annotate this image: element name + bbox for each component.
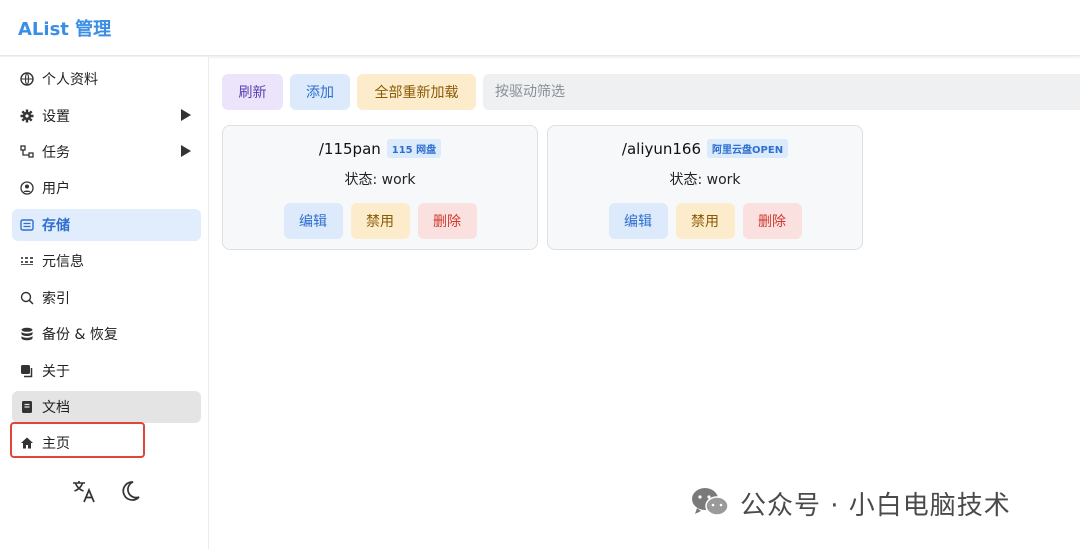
watermark-text: 公众号 · 小白电脑技术 xyxy=(740,491,1011,521)
sidebar-item-label: 任务 xyxy=(42,145,70,161)
storage-icon xyxy=(18,216,36,234)
wechat-icon xyxy=(690,486,730,522)
sidebar-item-index[interactable]: 索引 xyxy=(12,282,201,314)
edit-button[interactable]: 编辑 xyxy=(608,203,668,239)
sidebar-item-tasks[interactable]: 任务 xyxy=(12,136,201,168)
translate-icon[interactable] xyxy=(70,477,98,505)
edit-button[interactable]: 编辑 xyxy=(283,203,343,239)
reload-all-button[interactable]: 全部重新加载 xyxy=(357,74,476,110)
storage-card: /115pan 115 网盘 状态: work 编辑 禁用 删除 xyxy=(222,125,538,250)
mount-path: /aliyun166 xyxy=(621,139,702,158)
storage-card: /aliyun166 阿里云盘OPEN 状态: work 编辑 禁用 删除 xyxy=(547,125,863,250)
sidebar-item-settings[interactable]: 设置 xyxy=(12,100,201,132)
delete-button[interactable]: 删除 xyxy=(742,203,802,239)
globe-icon xyxy=(18,70,36,88)
sidebar-item-about[interactable]: 关于 xyxy=(12,355,201,387)
driver-badge: 阿里云盘OPEN xyxy=(707,139,789,158)
moon-icon[interactable] xyxy=(116,477,144,505)
sidebar-item-profile[interactable]: 个人资料 xyxy=(12,63,201,95)
sidebar-item-label: 个人资料 xyxy=(42,72,98,88)
sidebar-item-label: 文档 xyxy=(42,400,70,416)
expand-arrow-icon[interactable] xyxy=(181,145,191,157)
database-icon xyxy=(18,325,36,343)
driver-badge: 115 网盘 xyxy=(386,139,442,158)
sidebar-item-backup[interactable]: 备份 & 恢复 xyxy=(12,318,201,350)
watermark: 公众号 · 小白电脑技术 xyxy=(690,485,1011,522)
app-title[interactable]: AList 管理 xyxy=(18,15,111,41)
copy-icon xyxy=(18,362,36,380)
card-title-row: /aliyun166 阿里云盘OPEN xyxy=(548,139,862,158)
mount-path: /115pan xyxy=(318,139,381,158)
sidebar-item-docs[interactable]: 文档 xyxy=(12,391,201,423)
home-highlight-box xyxy=(10,422,145,458)
add-button[interactable]: 添加 xyxy=(290,74,350,110)
refresh-button[interactable]: 刷新 xyxy=(222,74,283,110)
meta-icon xyxy=(18,252,36,270)
card-actions: 编辑 禁用 删除 xyxy=(548,203,862,239)
sidebar-item-label: 关于 xyxy=(42,364,70,380)
top-header: AList 管理 xyxy=(0,0,1080,56)
book-icon xyxy=(18,398,36,416)
disable-button[interactable]: 禁用 xyxy=(675,203,735,239)
disable-button[interactable]: 禁用 xyxy=(350,203,410,239)
status-text: 状态: work xyxy=(344,172,416,188)
user-icon xyxy=(18,179,36,197)
status-text: 状态: work xyxy=(669,172,741,188)
expand-arrow-icon[interactable] xyxy=(181,109,191,121)
tasks-icon xyxy=(18,143,36,161)
sidebar-item-label: 存储 xyxy=(42,218,70,234)
sidebar-item-label: 用户 xyxy=(42,181,70,197)
card-actions: 编辑 禁用 删除 xyxy=(223,203,537,239)
search-icon xyxy=(18,289,36,307)
sidebar-item-label: 元信息 xyxy=(42,254,84,270)
sidebar-item-label: 设置 xyxy=(42,109,70,125)
sidebar: 个人资料 设置 任务 用户 存储 元信息 索引 备份 & 恢复 关于 文档 主页 xyxy=(0,57,209,549)
sidebar-item-label: 索引 xyxy=(42,291,70,307)
gear-icon xyxy=(18,107,36,125)
driver-filter-input[interactable] xyxy=(483,74,1080,110)
sidebar-item-storage[interactable]: 存储 xyxy=(12,209,201,241)
delete-button[interactable]: 删除 xyxy=(417,203,477,239)
card-title-row: /115pan 115 网盘 xyxy=(223,139,537,158)
sidebar-item-meta[interactable]: 元信息 xyxy=(12,245,201,277)
sidebar-footer xyxy=(70,477,144,505)
sidebar-item-label: 备份 & 恢复 xyxy=(42,327,118,343)
sidebar-item-users[interactable]: 用户 xyxy=(12,172,201,204)
